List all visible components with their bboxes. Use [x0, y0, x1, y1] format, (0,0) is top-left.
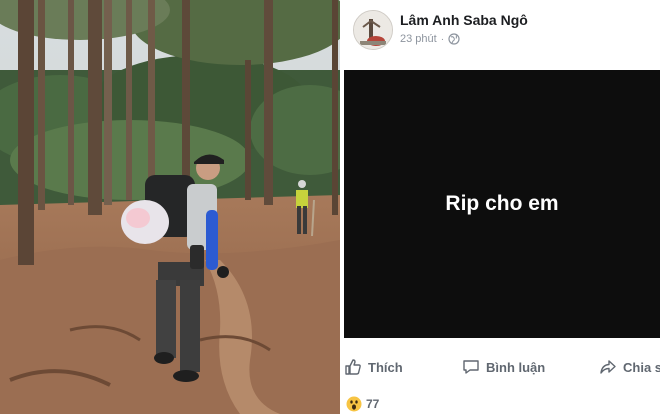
post-header: Lâm Anh Saba Ngô 23 phút · [344, 0, 660, 70]
post-meta: 23 phút · [400, 33, 460, 45]
post-timestamp[interactable]: 23 phút [400, 33, 437, 45]
comment-button[interactable]: Bình luận [462, 358, 545, 376]
reaction-count: 77 [366, 397, 380, 411]
comment-icon [463, 360, 479, 374]
forest-trail-image [0, 0, 340, 414]
facebook-post: Lâm Anh Saba Ngô 23 phút · Rip cho em Th… [344, 0, 660, 414]
post-actions: Thích Bình luận Chia s [344, 350, 660, 386]
post-text: Rip cho em [445, 192, 559, 215]
share-button[interactable]: Chia s [599, 358, 660, 376]
meta-separator: · [440, 33, 445, 45]
comment-label: Bình luận [486, 359, 546, 375]
share-label: Chia s [623, 359, 660, 375]
like-button[interactable]: Thích [344, 358, 403, 376]
hiking-photo [0, 0, 340, 414]
post-content-background: Rip cho em [344, 70, 660, 338]
globe-icon [448, 33, 460, 45]
avatar-image [354, 11, 392, 49]
post-author[interactable]: Lâm Anh Saba Ngô [400, 12, 528, 28]
thumbs-up-icon [345, 359, 361, 375]
avatar[interactable] [353, 10, 393, 50]
wow-reaction-icon [346, 396, 362, 412]
like-label: Thích [368, 359, 403, 375]
reaction-summary[interactable]: 77 [346, 396, 379, 412]
share-icon [600, 360, 616, 374]
